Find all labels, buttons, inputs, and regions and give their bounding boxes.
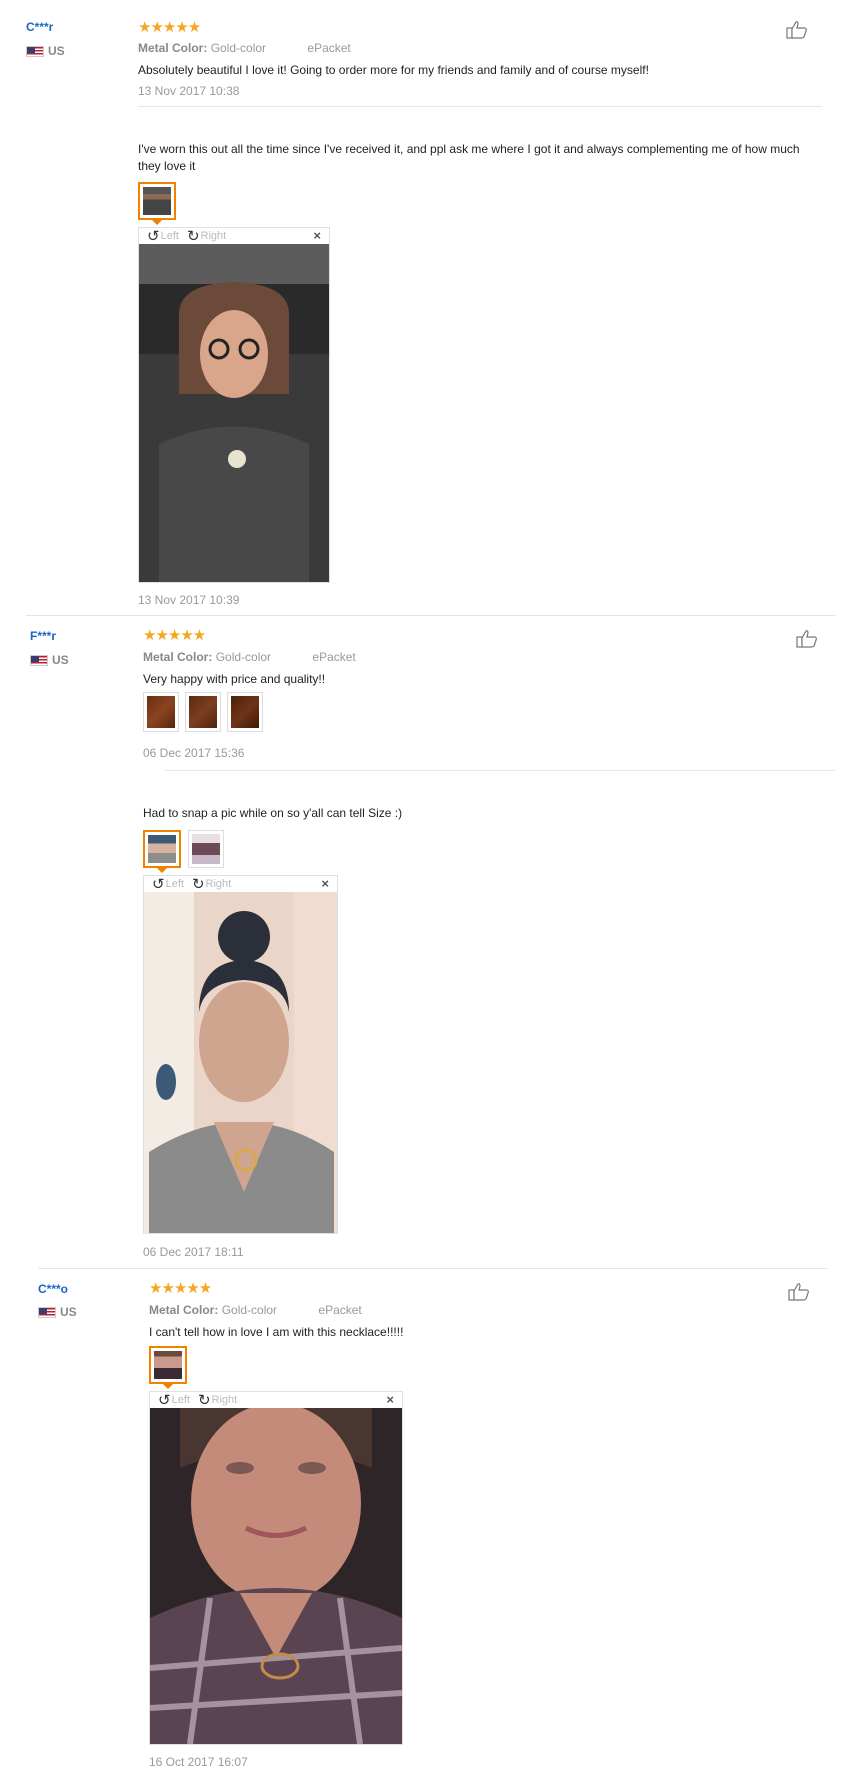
rotate-right-icon: ↻ [186, 227, 200, 245]
review-text: Very happy with price and quality!! [143, 672, 326, 686]
rotate-left-button[interactable]: ↺ Left [147, 229, 179, 244]
close-icon[interactable]: × [313, 228, 321, 243]
sku-info: Metal Color: Gold-color ePacket [143, 650, 356, 664]
shipping-method: ePacket [307, 41, 351, 55]
viewer-toolbar: ↺ Left ↻ Right × [144, 876, 337, 892]
reviewer-name[interactable]: F***r [30, 629, 56, 643]
review-photo[interactable] [139, 244, 329, 582]
photo-viewer: ↺ Left ↻ Right × [138, 227, 330, 583]
selected-indicator-icon [152, 220, 162, 225]
review-date: 13 Nov 2017 10:38 [138, 84, 240, 98]
us-flag-icon [38, 1306, 56, 1318]
rotate-left-label: Left [171, 1394, 190, 1406]
shipping-method: ePacket [312, 650, 356, 664]
followup-date: 06 Dec 2017 18:11 [143, 1245, 244, 1259]
followup-text: I've worn this out all the time since I'… [138, 142, 800, 173]
reviewer-country: US [38, 1305, 77, 1319]
rotate-left-icon: ↺ [147, 227, 160, 245]
divider [165, 770, 835, 771]
review-photo[interactable] [144, 892, 337, 1233]
review-photo-thumbnail[interactable] [227, 692, 263, 732]
country-label: US [52, 653, 69, 667]
star-rating: ★★★★★ [143, 627, 206, 644]
review-photo-thumbnail[interactable] [185, 692, 221, 732]
rotate-left-button[interactable]: ↺ Left [158, 1393, 190, 1408]
viewer-toolbar: ↺ Left ↻ Right × [150, 1392, 402, 1408]
close-icon[interactable]: × [321, 876, 329, 891]
rotate-left-icon: ↺ [158, 1391, 171, 1409]
review-date: 06 Dec 2017 15:36 [143, 746, 245, 760]
rotate-right-label: Right [205, 878, 232, 890]
review-text: I can't tell how in love I am with this … [149, 1325, 404, 1339]
rotate-left-icon: ↺ [152, 875, 165, 893]
rotate-right-label: Right [200, 230, 227, 242]
rotate-left-button[interactable]: ↺ Left [152, 877, 184, 892]
rotate-right-button[interactable]: ↻ Right [198, 1393, 237, 1408]
review-photo-thumbnail[interactable] [188, 830, 224, 868]
review-photo-thumbnail[interactable] [143, 692, 179, 732]
close-icon[interactable]: × [386, 1392, 394, 1407]
review-date: 16 Oct 2017 16:07 [149, 1755, 248, 1769]
metal-color-value: Gold-color [210, 41, 267, 55]
thumbs-up-icon[interactable] [796, 629, 818, 649]
sku-info: Metal Color: Gold-color ePacket [138, 41, 351, 55]
followup-text: Had to snap a pic while on so y'all can … [143, 806, 403, 820]
rotate-right-icon: ↻ [197, 1391, 211, 1409]
selected-indicator-icon [163, 1384, 173, 1389]
reviewer-name[interactable]: C***o [38, 1282, 68, 1296]
star-rating: ★★★★★ [138, 19, 201, 36]
review-photo-thumbnail[interactable] [138, 182, 176, 220]
review-separator [38, 1268, 828, 1269]
rotate-left-label: Left [160, 230, 179, 242]
photo-viewer: ↺ Left ↻ Right × [149, 1391, 403, 1745]
country-label: US [48, 44, 65, 58]
review-text: Absolutely beautiful I love it! Going to… [138, 63, 649, 77]
thumbs-up-icon[interactable] [788, 1282, 810, 1302]
rotate-right-button[interactable]: ↻ Right [187, 229, 226, 244]
followup-date: 13 Nov 2017 10:39 [138, 593, 240, 607]
shipping-method: ePacket [318, 1303, 362, 1317]
viewer-toolbar: ↺ Left ↻ Right × [139, 228, 329, 244]
review-photo-thumbnail[interactable] [143, 830, 181, 868]
metal-color-label: Metal Color: [143, 650, 213, 664]
photo-viewer: ↺ Left ↻ Right × [143, 875, 338, 1234]
review-photo-thumbnail[interactable] [149, 1346, 187, 1384]
review-photo[interactable] [149, 1403, 403, 1745]
rotate-right-button[interactable]: ↻ Right [192, 877, 231, 892]
review-separator [26, 615, 836, 616]
metal-color-value: Gold-color [221, 1303, 278, 1317]
rotate-left-label: Left [165, 878, 184, 890]
us-flag-icon [30, 654, 48, 666]
metal-color-label: Metal Color: [138, 41, 208, 55]
reviewer-country: US [30, 653, 69, 667]
reviewer-name[interactable]: C***r [26, 20, 53, 34]
sku-info: Metal Color: Gold-color ePacket [149, 1303, 362, 1317]
us-flag-icon [26, 45, 44, 57]
divider [138, 106, 822, 107]
rotate-right-icon: ↻ [191, 875, 205, 893]
metal-color-label: Metal Color: [149, 1303, 219, 1317]
country-label: US [60, 1305, 77, 1319]
thumbs-up-icon[interactable] [786, 20, 808, 40]
reviewer-country: US [26, 44, 65, 58]
metal-color-value: Gold-color [215, 650, 272, 664]
star-rating: ★★★★★ [149, 1280, 212, 1297]
rotate-right-label: Right [211, 1394, 238, 1406]
selected-indicator-icon [157, 868, 167, 873]
